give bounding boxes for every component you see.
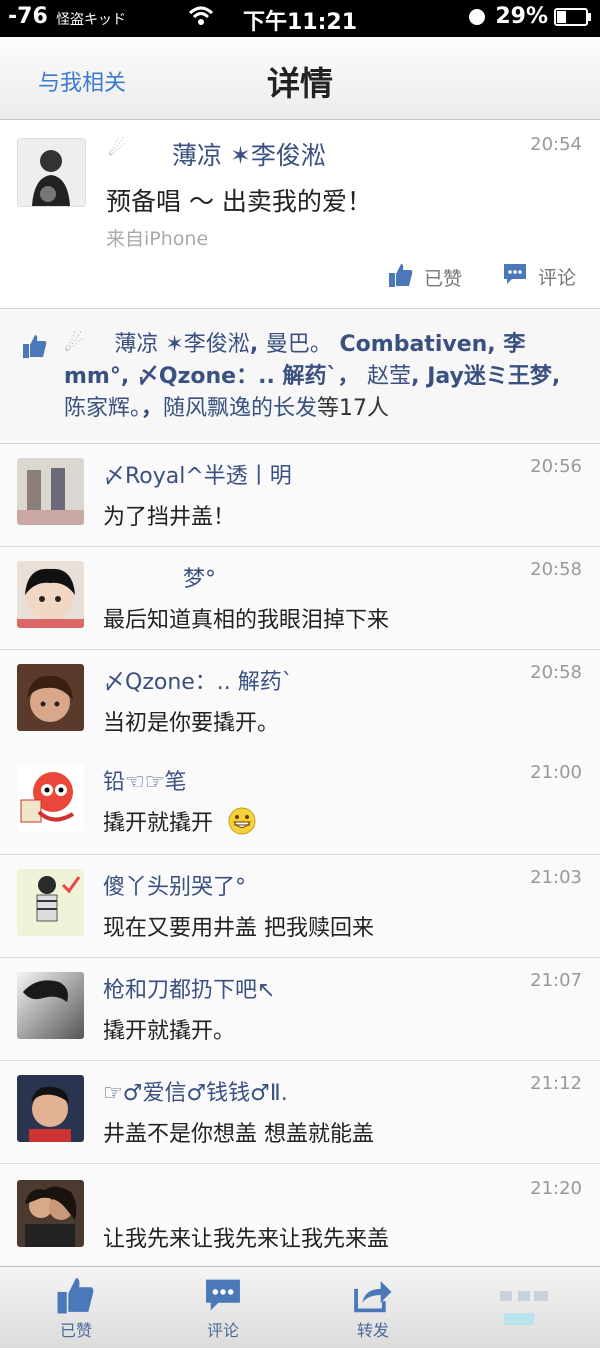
- comment-button[interactable]: 评论: [502, 262, 576, 291]
- commenter-avatar[interactable]: [17, 561, 84, 628]
- comment-text: 让我先来让我先来让我先来盖: [103, 1227, 390, 1252]
- comment-icon: [502, 262, 528, 291]
- comment-time: 20:56: [530, 456, 582, 477]
- comment-time: 21:03: [530, 867, 582, 888]
- comment-text: 撬开就撬开。: [103, 1019, 236, 1044]
- commenter-name[interactable]: 梦°: [183, 561, 216, 593]
- watermark-blur: [496, 1285, 556, 1329]
- thumbs-up-icon: [31, 1273, 121, 1317]
- battery-icon: [554, 7, 591, 26]
- comment-label: 评论: [538, 267, 577, 289]
- comment-row: ☞♂爱信♂钱钱♂Ⅱ. 21:12 井盖不是你想盖 想盖就能盖: [0, 1061, 600, 1164]
- commenter-name[interactable]: 铅☜☞笔: [103, 764, 186, 796]
- liker-name[interactable]: 曼巴。: [266, 332, 332, 357]
- comment-row: 〆Royal^半透丨明 20:56 为了挡井盖！: [0, 444, 600, 547]
- comment-text-body: 撬开就撬开: [103, 811, 214, 836]
- comment-icon: [178, 1273, 268, 1317]
- comment-text: 井盖不是你想盖 想盖就能盖: [103, 1122, 374, 1147]
- thumbs-up-icon: [388, 262, 414, 293]
- liker-name[interactable]: 薄凉 ✶李俊淞: [114, 332, 249, 357]
- post-text: 预备唱 ～ 出卖我的爱！: [106, 187, 372, 216]
- post-author-name[interactable]: 薄凉 ✶李俊淞: [172, 136, 326, 172]
- commenter-avatar[interactable]: [17, 1180, 84, 1247]
- tab-comment[interactable]: 评论: [178, 1273, 268, 1341]
- liker-name[interactable]: Combativen: [340, 332, 488, 357]
- comment-text: 当初是你要撬开。: [103, 711, 280, 736]
- sparkle-icon: ☄: [108, 136, 126, 160]
- grin-emoji-icon: [228, 807, 256, 841]
- commenter-avatar[interactable]: [17, 664, 84, 731]
- comment-text: 最后知道真相的我眼泪掉下来: [103, 608, 390, 633]
- comment-row: 铅☜☞笔 21:00 撬开就撬开: [0, 750, 600, 855]
- tab-forward[interactable]: 转发: [328, 1273, 418, 1341]
- tab-like-label: 已赞: [59, 1321, 92, 1340]
- sparkle-icon: ☄: [64, 332, 84, 357]
- post-time: 20:54: [530, 134, 582, 155]
- commenter-avatar[interactable]: [17, 458, 84, 525]
- tab-like[interactable]: 已赞: [31, 1273, 121, 1341]
- tab-comment-label: 评论: [206, 1321, 239, 1340]
- comment-row: 梦° 20:58 最后知道真相的我眼泪掉下来: [0, 547, 600, 650]
- comment-text: 为了挡井盖！: [103, 505, 236, 530]
- commenter-name[interactable]: 〆Qzone：.. 解药`: [103, 664, 293, 696]
- thumbs-up-icon: [22, 333, 48, 363]
- comment-time: 21:20: [530, 1178, 582, 1199]
- comment-time: 21:07: [530, 970, 582, 991]
- author-avatar[interactable]: [17, 138, 86, 207]
- comment-text: 现在又要用井盖 把我赎回来: [103, 916, 374, 941]
- status-bar: -76 怪盗キッド 下午11:21 29%: [0, 0, 600, 37]
- liker-name[interactable]: 随风飘逸的长发: [163, 396, 317, 421]
- comment-row: 〆Qzone：.. 解药` 20:58 当初是你要撬开。: [0, 650, 600, 753]
- commenter-avatar[interactable]: [17, 1075, 84, 1142]
- comment-time: 21:12: [530, 1073, 582, 1094]
- comment-text: 撬开就撬开: [103, 805, 256, 841]
- liker-name[interactable]: 〆Qzone：.. 解药`: [137, 364, 338, 389]
- commenter-avatar[interactable]: [17, 869, 84, 936]
- like-label: 已赞: [424, 268, 463, 290]
- comment-row: 枪和刀都扔下吧↖ 21:07 撬开就撬开。: [0, 958, 600, 1061]
- commenter-avatar[interactable]: [17, 972, 84, 1039]
- commenter-name[interactable]: 傻丫头别哭了°: [103, 869, 246, 901]
- likers-list: ☄ 薄凉 ✶李俊淞, 曼巴。 Combativen, 李mm°, 〆Qzone：…: [64, 332, 561, 421]
- main-post: ☄ 薄凉 ✶李俊淞 20:54 预备唱 ～ 出卖我的爱！ 来自iPhone 已赞…: [0, 120, 600, 309]
- liker-name[interactable]: Jay迷ミ王梦: [427, 364, 552, 389]
- like-button[interactable]: 已赞: [388, 262, 462, 293]
- commenter-name[interactable]: ☞♂爱信♂钱钱♂Ⅱ.: [103, 1075, 288, 1107]
- comment-time: 20:58: [530, 559, 582, 580]
- commenter-name[interactable]: 枪和刀都扔下吧↖: [103, 972, 275, 1004]
- bottom-toolbar: 已赞 评论 转发: [0, 1266, 600, 1348]
- nav-bar: 与我相关 详情: [0, 37, 600, 120]
- likes-count[interactable]: 等17人: [317, 396, 389, 421]
- share-icon: [328, 1273, 418, 1317]
- commenter-name[interactable]: 〆Royal^半透丨明: [103, 458, 292, 490]
- comment-row: 21:20 让我先来让我先来让我先来盖: [0, 1164, 600, 1267]
- post-source: 来自iPhone: [106, 228, 209, 250]
- page-title: 详情: [267, 64, 333, 103]
- clock-icon: [469, 8, 486, 25]
- likes-section: ☄ 薄凉 ✶李俊淞, 曼巴。 Combativen, 李mm°, 〆Qzone：…: [0, 309, 600, 444]
- comment-time: 21:00: [530, 762, 582, 783]
- battery-status: 29%: [469, 4, 591, 29]
- liker-name[interactable]: 陈家辉。: [64, 396, 141, 421]
- liker-name[interactable]: 赵莹: [367, 364, 411, 389]
- battery-percent: 29%: [495, 4, 548, 29]
- comment-row: 傻丫头别哭了° 21:03 现在又要用井盖 把我赎回来: [0, 855, 600, 958]
- commenter-avatar[interactable]: [17, 764, 84, 831]
- tab-forward-label: 转发: [356, 1321, 389, 1340]
- comment-time: 20:58: [530, 662, 582, 683]
